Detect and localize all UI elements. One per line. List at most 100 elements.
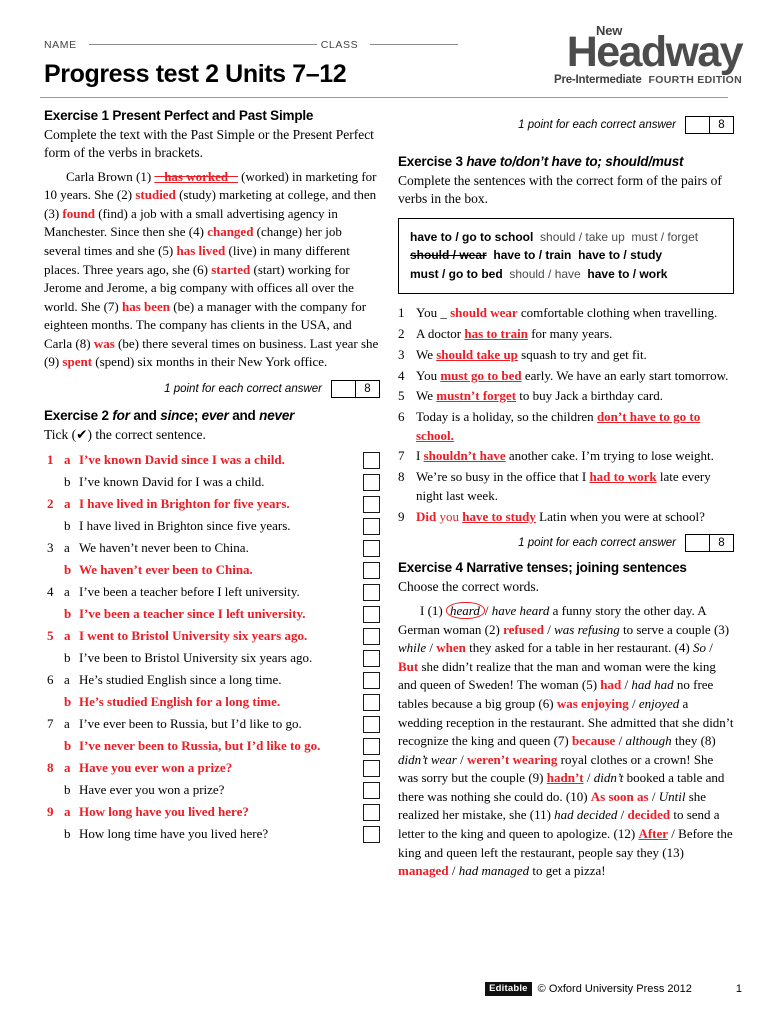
answer-red: weren’t wearing xyxy=(467,751,558,767)
answer-red: had xyxy=(600,677,622,693)
sentence-text: Did you have to study Latin when you wer… xyxy=(416,508,734,527)
sentence-text: We’re so busy in the office that I had t… xyxy=(416,468,734,505)
tick-checkbox[interactable] xyxy=(363,583,380,601)
class-label: CLASS xyxy=(320,39,359,52)
score-entry-cell[interactable] xyxy=(332,380,356,397)
score-entry-cell[interactable] xyxy=(686,535,710,552)
exercise2-option-row: 7 a I’ve ever been to Russia, but I’d like… xyxy=(44,714,380,735)
option-letter: a xyxy=(64,803,71,819)
body-text: / xyxy=(628,696,639,712)
exercise2-option-row: 4 a I’ve been a teacher before I left univ… xyxy=(44,582,380,603)
tick-checkbox[interactable] xyxy=(363,605,380,623)
exercise2-question-list: 1 a I’ve known David since I was a child. b… xyxy=(44,450,380,845)
option-letter: b xyxy=(64,737,72,753)
answer-red: spent xyxy=(62,354,93,370)
sentence-number: 7 xyxy=(398,448,405,464)
tick-checkbox[interactable] xyxy=(363,517,380,535)
tick-checkbox[interactable] xyxy=(363,561,380,579)
page-number: 1 xyxy=(735,983,742,995)
exercise2-instruction: Tick (✔) the correct sentence. xyxy=(44,426,206,442)
exercise2-option-row: b I’ve known David for I was a child. xyxy=(44,472,380,493)
tick-checkbox[interactable] xyxy=(363,649,380,667)
exercise2-option-row: 9 a How long have you lived here? xyxy=(44,802,380,823)
tick-checkbox[interactable] xyxy=(363,825,380,843)
sentence-text: A doctor has to train for many years. xyxy=(416,325,734,344)
question-number: 7 xyxy=(47,715,54,731)
option-text: Have ever you won a prize? xyxy=(79,781,225,797)
body-text: Before xyxy=(678,826,714,842)
exercise4-choice-text: I (1) heard / have heard a funny story th… xyxy=(398,602,734,881)
tick-checkbox[interactable] xyxy=(363,473,380,491)
question-number: 3 xyxy=(47,539,54,555)
option-letter: b xyxy=(64,693,72,709)
body-text: / xyxy=(668,826,679,842)
question-number: 1 xyxy=(47,451,54,467)
body-text: another cake. I’m trying to lose weight. xyxy=(505,448,714,464)
tick-checkbox[interactable] xyxy=(363,781,380,799)
exercise1-gapfill-text: Carla Brown (1) _ has worked _ (worked) … xyxy=(44,168,380,372)
option-text: I’ve been a teacher since I left univers… xyxy=(79,605,306,621)
exercise1-heading: Exercise 1 Present Perfect and Past Simp… xyxy=(44,108,314,123)
answer-red-underlined: must go to bed xyxy=(440,367,522,383)
body-text: Today is a holiday, so the children xyxy=(416,409,597,424)
option-text: I’ve ever been to Russia, but I’d like t… xyxy=(79,715,302,731)
tick-checkbox[interactable] xyxy=(363,803,380,821)
option-letter: b xyxy=(64,517,71,533)
exercise3-sentence-row: 6 Today is a holiday, so the children don… xyxy=(398,408,734,445)
name-class-fields: NAME CLASS xyxy=(44,36,494,58)
tick-checkbox[interactable] xyxy=(363,737,380,755)
alternative-option: Until xyxy=(658,788,686,804)
answer-red: has been xyxy=(122,298,171,314)
logo-level-text: Pre-Intermediate xyxy=(553,73,642,86)
word-box-item: have to / train xyxy=(493,248,572,263)
tick-checkbox[interactable] xyxy=(363,495,380,513)
body-text: to get a pizza! xyxy=(529,863,606,879)
alternative-option: enjoyed xyxy=(638,696,680,712)
option-text: Have you ever won a prize? xyxy=(79,759,233,775)
exercise3-score: 1 point for each correct answer 8 xyxy=(398,534,734,553)
tick-checkbox[interactable] xyxy=(363,759,380,777)
tick-checkbox[interactable] xyxy=(363,693,380,711)
word-box-item: have to / go to school xyxy=(410,229,534,244)
tick-checkbox[interactable] xyxy=(363,539,380,557)
answer-red: when xyxy=(436,640,466,656)
tick-checkbox[interactable] xyxy=(363,671,380,689)
word-box-row: have to / go to school should / take up … xyxy=(410,228,722,247)
body-text: / xyxy=(617,807,628,823)
body-text: to serve a couple (3) xyxy=(619,621,730,637)
exercise2-heading-term: for xyxy=(112,407,130,423)
class-input-rule[interactable] xyxy=(370,43,459,45)
exercise3-sentence-row: 4 You must go to bed early. We have an ea… xyxy=(398,367,734,386)
body-text: / xyxy=(615,733,626,749)
name-input-rule[interactable] xyxy=(88,43,317,45)
tick-checkbox[interactable] xyxy=(363,627,380,645)
score-entry-cell[interactable] xyxy=(686,117,710,133)
name-label: NAME xyxy=(44,39,77,52)
tick-checkbox[interactable] xyxy=(363,715,380,733)
answer-red: started xyxy=(211,261,251,277)
body-text: comfortable clothing when travelling. xyxy=(517,305,718,321)
answer-red-underlined: had to work xyxy=(589,469,657,485)
option-text: We haven’t never been to China. xyxy=(79,539,249,555)
exercise3-word-box: have to / go to school should / take up … xyxy=(398,217,734,295)
alternative-option: had had xyxy=(631,677,674,693)
exercise3-instruction: Complete the sentences with the correct … xyxy=(398,173,722,206)
score-label: 1 point for each correct answer xyxy=(518,119,676,131)
answer-red-underlined: hadn’t xyxy=(546,770,584,786)
body-text: / xyxy=(484,603,492,619)
exercise2-option-row: b I’ve never been to Russia, but I’d like… xyxy=(44,736,380,757)
body-text: they (8) xyxy=(671,733,716,749)
word-box-item: should / take up xyxy=(540,229,625,244)
option-text: I have lived in Brighton since five year… xyxy=(79,517,291,533)
exercise2-heading-label: Exercise 2 xyxy=(44,407,113,423)
sentence-number: 9 xyxy=(398,508,405,524)
sentence-number: 5 xyxy=(398,388,405,404)
exercise3-sentence-row: 3 We should take up squash to try and get… xyxy=(398,346,734,365)
exercise2-option-row: 1 a I’ve known David since I was a child. xyxy=(44,450,380,471)
tick-checkbox[interactable] xyxy=(363,451,380,469)
sentence-text: I shouldn’t have another cake. I’m tryin… xyxy=(416,447,734,466)
answer-red: studied xyxy=(135,187,176,203)
sentence-text: We should take up squash to try and get … xyxy=(416,346,734,365)
option-text: He’s studied English for a long time. xyxy=(79,693,281,709)
option-letter: a xyxy=(64,627,71,643)
